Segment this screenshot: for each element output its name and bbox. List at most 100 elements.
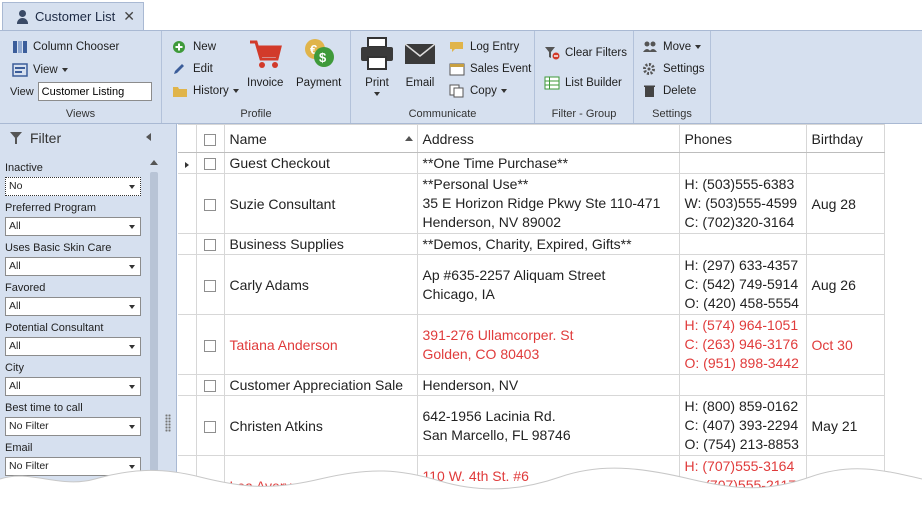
row-checkbox[interactable] [204,420,216,433]
view-name-input[interactable] [37,82,152,101]
cell-phones[interactable]: H: (707)555-3164 W: (707)555-2117 C: (707)… [678,455,807,507]
invoice-button[interactable]: Invoice [247,37,283,89]
close-icon[interactable]: ✕ [123,8,135,25]
row-checkbox[interactable] [204,480,216,493]
log-entry-icon [449,40,465,54]
cell-phones[interactable]: H: (800) 859-0162 C: (407) 393-2294 O: (75… [678,395,807,456]
inactive-select[interactable]: No [5,177,141,196]
row-checkbox[interactable] [204,380,216,393]
column-header-address[interactable]: Address [416,124,680,153]
preferred-program-select[interactable]: All [5,217,141,236]
row-select-cell[interactable] [195,314,225,375]
cell-birthday[interactable] [805,152,885,174]
edit-button[interactable]: Edit [172,62,213,76]
uses-basic-skin-care-select[interactable]: All [5,257,141,276]
cell-phones[interactable] [678,152,807,174]
row-checkbox[interactable] [204,339,216,352]
cell-address[interactable]: 110 W. 4th St. #6 Salem, [416,455,680,507]
best-time-to-call-select[interactable]: No Filter [5,417,141,436]
cell-phones[interactable] [678,374,807,396]
row-checkbox[interactable] [204,198,216,211]
row-indicator [178,233,197,255]
favored-select[interactable]: All [5,297,141,316]
log-entry-button[interactable]: Log Entry [449,40,519,54]
email-select[interactable]: No Filter [5,457,141,476]
cell-phones[interactable] [678,233,807,255]
cell-phones[interactable]: H: (574) 964-1051 C: (263) 946-3176 O: (95… [678,314,807,375]
cell-name[interactable]: Business Supplies [223,233,418,255]
column-header-name[interactable]: Name [223,124,418,153]
cell-name[interactable]: Customer Appreciation Sale [223,374,418,396]
cell-phones[interactable]: H: (503)555-6383 W: (503)555-4599 C: (702)… [678,173,807,234]
view-dropdown-button[interactable]: View [12,63,68,77]
table-row[interactable]: Christen Atkins 642-1956 Lacinia Rd. San M… [178,395,885,456]
cell-address[interactable]: Henderson, NV [416,374,680,396]
table-row[interactable]: Guest Checkout **One Time Purchase** [178,152,885,174]
cell-name[interactable]: Suzie Consultant [223,173,418,234]
select-all-checkbox[interactable] [204,133,216,146]
splitter-grip-icon[interactable] [165,414,171,432]
row-checkbox[interactable] [204,279,216,292]
table-row[interactable]: Carly Adams Ap #635-2257 Aliquam Street Ch… [178,254,885,315]
row-select-cell[interactable] [195,395,225,456]
cell-name[interactable]: Guest Checkout [223,152,418,174]
cell-name[interactable]: Christen Atkins [223,395,418,456]
table-row[interactable]: Customer Appreciation Sale Henderson, NV [178,374,885,396]
cell-birthday[interactable]: May 21 [805,395,885,456]
edit-label: Edit [193,63,213,75]
email-button[interactable]: Email [402,37,438,89]
cell-birthday[interactable] [805,374,885,396]
tab-customer-list[interactable]: Customer List ✕ [2,2,144,30]
city-select[interactable]: All [5,377,141,396]
row-checkbox[interactable] [204,158,216,171]
payment-button[interactable]: € $ Payment [296,37,341,89]
row-indicator [178,395,197,456]
column-chooser-button[interactable]: Column Chooser [12,40,119,54]
cell-address[interactable]: Ap #635-2257 Aliquam Street Chicago, IA [416,254,680,315]
table-row[interactable]: Tatiana Anderson 391-276 Ullamcorper. St G… [178,314,885,375]
cell-name[interactable]: Tatiana Anderson [223,314,418,375]
new-button[interactable]: New [172,40,216,54]
view-selector: View [10,82,152,101]
cell-address[interactable]: 642-1956 Lacinia Rd. San Marcello, FL 987… [416,395,680,456]
cell-birthday[interactable]: Jan 13 [805,455,885,507]
cell-address[interactable]: 391-276 Ullamcorper. St Golden, CO 80403 [416,314,680,375]
delete-button[interactable]: Delete [642,84,696,98]
column-header-phones[interactable]: Phones [678,124,807,153]
row-select-cell[interactable] [195,233,225,255]
row-select-cell[interactable] [195,254,225,315]
cell-birthday[interactable]: Aug 28 [805,173,885,234]
column-header-birthday[interactable]: Birthday [805,124,885,153]
row-select-cell[interactable] [195,455,225,507]
sales-event-button[interactable]: Sales Event [449,62,531,76]
cell-address[interactable]: **Demos, Charity, Expired, Gifts** [416,233,680,255]
list-builder-button[interactable]: List Builder [544,76,622,90]
table-row[interactable]: Suzie Consultant **Personal Use** 35 E Hor… [178,173,885,234]
cell-birthday[interactable] [805,233,885,255]
potential-consultant-select[interactable]: All [5,337,141,356]
select-all-header[interactable] [195,124,225,153]
row-select-cell[interactable] [195,374,225,396]
table-row[interactable]: Lea Avery 110 W. 4th St. #6 Salem, H: (707)… [178,455,885,507]
cell-phones[interactable]: H: (297) 633-4357 C: (542) 749-5914 O: (42… [678,254,807,315]
row-select-cell[interactable] [195,173,225,234]
history-button[interactable]: History [172,84,239,98]
clear-filters-button[interactable]: Clear Filters [544,46,627,60]
cell-address[interactable]: **One Time Purchase** [416,152,680,174]
table-row[interactable]: Business Supplies **Demos, Charity, Expir… [178,233,885,255]
scroll-up-icon[interactable] [150,160,158,165]
move-button[interactable]: Move [642,40,701,54]
row-select-cell[interactable] [195,152,225,174]
collapse-panel-icon[interactable] [146,133,151,141]
cell-address[interactable]: **Personal Use** 35 E Horizon Ridge Pkwy … [416,173,680,234]
settings-button[interactable]: Settings [642,62,705,76]
cell-birthday[interactable]: Oct 30 [805,314,885,375]
copy-button[interactable]: Copy [449,84,507,98]
row-checkbox[interactable] [204,239,216,252]
cell-name[interactable]: Lea Avery [223,455,418,507]
cell-birthday[interactable]: Aug 26 [805,254,885,315]
cell-name[interactable]: Carly Adams [223,254,418,315]
filter-scrollbar[interactable] [148,160,160,507]
scrollbar-thumb[interactable] [150,172,158,507]
print-button[interactable]: Print [359,37,395,96]
